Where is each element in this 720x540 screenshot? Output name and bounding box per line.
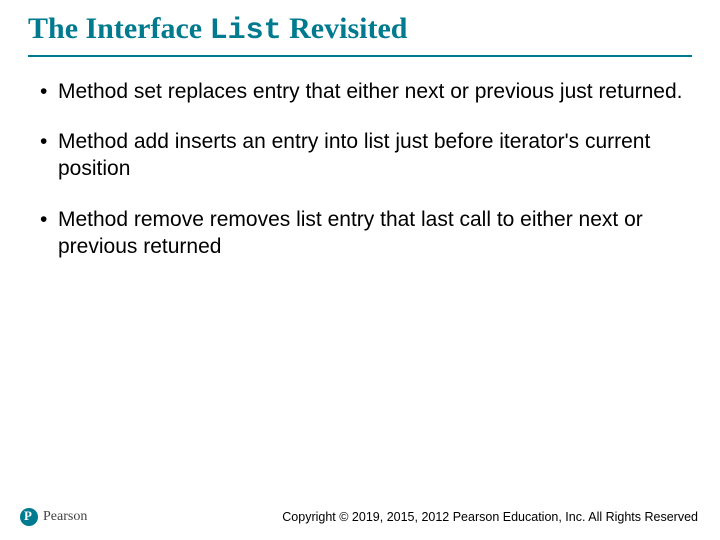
- bullet-text: Method remove removes list entry that la…: [58, 208, 643, 258]
- bullet-text: Method set replaces entry that either ne…: [58, 80, 683, 103]
- pearson-logo-icon: [20, 508, 38, 526]
- title-part-pre: The Interface: [28, 12, 210, 45]
- brand-logo: Pearson: [20, 508, 87, 526]
- brand-name: Pearson: [43, 509, 87, 525]
- bullet-list: Method set replaces entry that either ne…: [28, 79, 692, 261]
- slide-title: The Interface List Revisited: [28, 12, 692, 57]
- copyright-text: Copyright © 2019, 2015, 2012 Pearson Edu…: [282, 510, 698, 524]
- list-item: Method add inserts an entry into list ju…: [40, 129, 688, 183]
- footer: Pearson Copyright © 2019, 2015, 2012 Pea…: [0, 508, 720, 526]
- title-part-mono: List: [210, 14, 282, 48]
- title-part-post: Revisited: [282, 12, 408, 45]
- bullet-text: Method add inserts an entry into list ju…: [58, 130, 650, 180]
- list-item: Method set replaces entry that either ne…: [40, 79, 688, 106]
- list-item: Method remove removes list entry that la…: [40, 207, 688, 261]
- slide: The Interface List Revisited Method set …: [0, 0, 720, 540]
